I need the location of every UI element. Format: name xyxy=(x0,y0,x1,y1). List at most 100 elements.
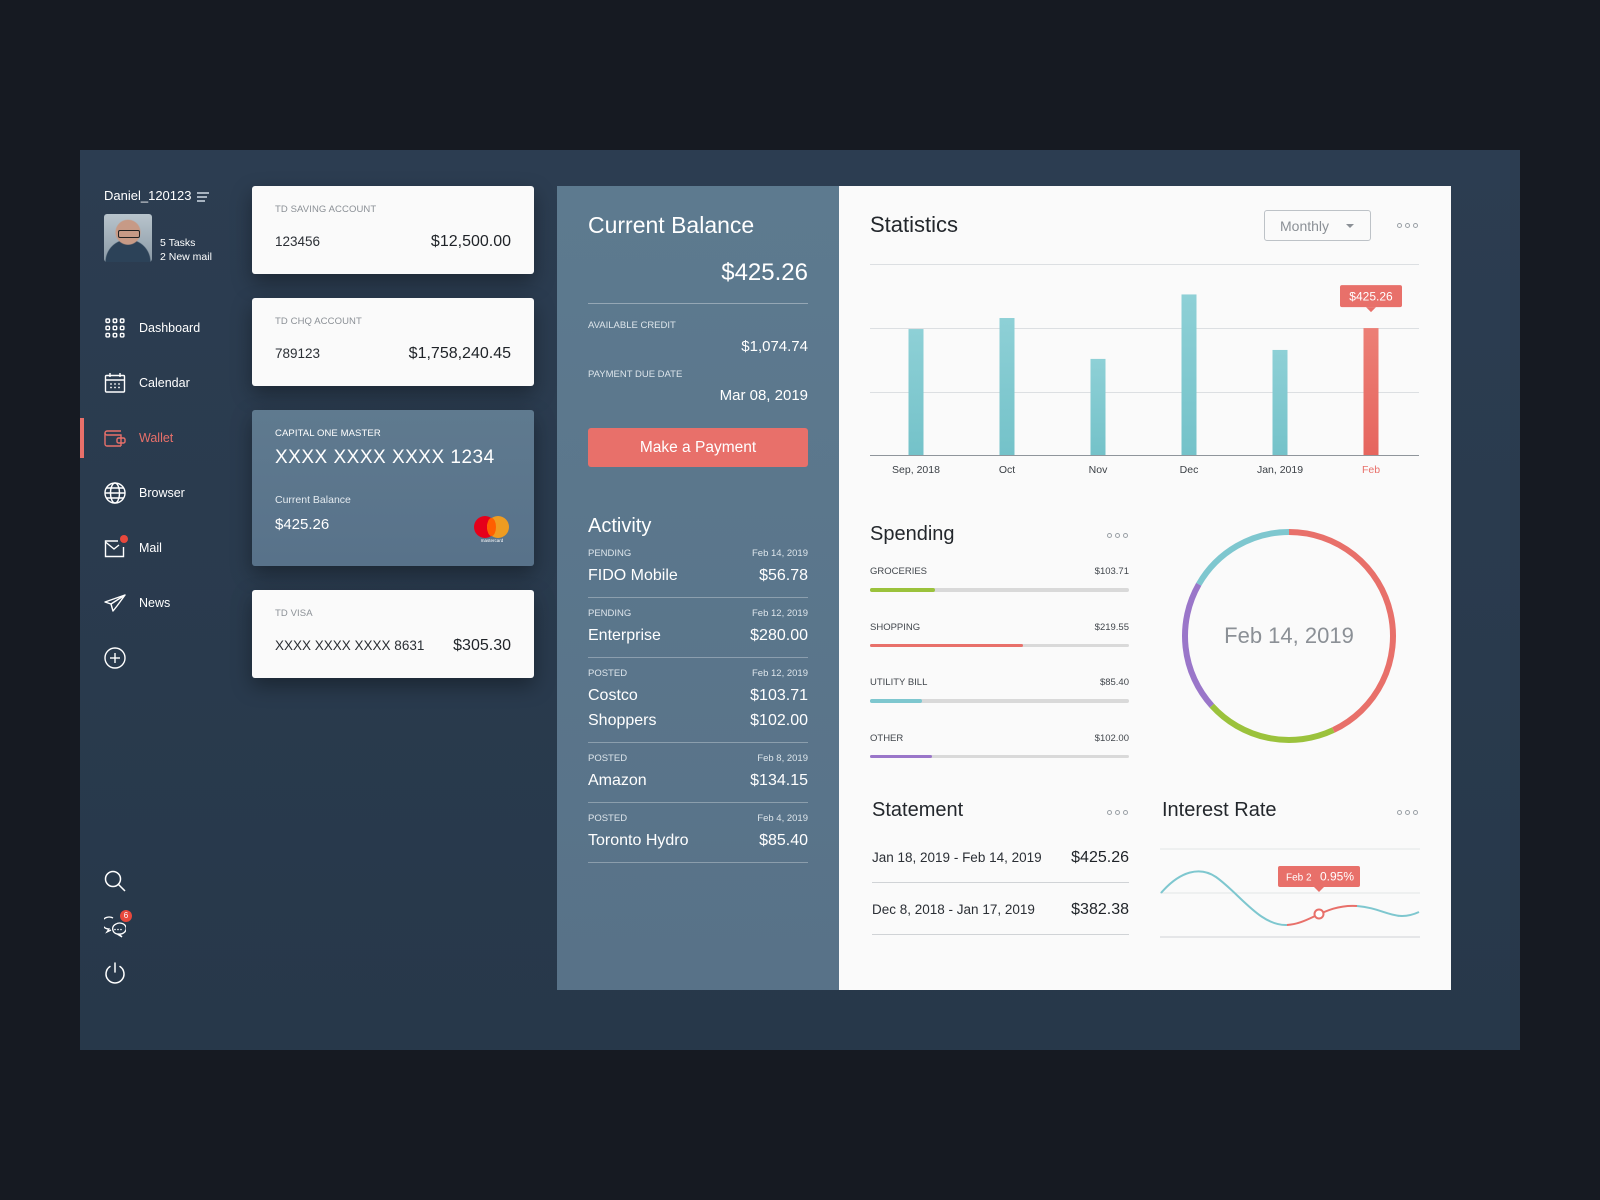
mail-count[interactable]: 2 New mail xyxy=(160,250,212,264)
interest-tooltip-value: 0.95% xyxy=(1320,870,1354,884)
sidebar-item-label: Mail xyxy=(139,540,162,555)
bar-oct[interactable] xyxy=(999,318,1015,455)
account-card-td-visa[interactable]: TD VISA XXXX XXXX XXXX 8631 $305.30 xyxy=(252,590,534,678)
account-title: TD CHQ ACCOUNT xyxy=(275,316,362,327)
sidebar-item-wallet[interactable]: Wallet xyxy=(80,410,250,465)
activity-date: Feb 14, 2019 xyxy=(752,548,808,559)
spending-label: SHOPPING xyxy=(870,621,921,633)
bar-nov[interactable] xyxy=(1090,358,1106,455)
spending-progress-track xyxy=(870,699,1129,703)
sidebar-item-dashboard[interactable]: Dashboard xyxy=(80,300,250,355)
sidebar-item-news[interactable]: News xyxy=(80,575,250,630)
balance-title: Current Balance xyxy=(588,212,755,238)
activity-status: POSTED xyxy=(588,753,628,764)
statement-range: Dec 8, 2018 - Jan 17, 2019 xyxy=(872,902,1035,917)
sidebar-item-label: Browser xyxy=(139,485,185,500)
payment-due-label: PAYMENT DUE DATE xyxy=(588,369,683,380)
statement-more-icon[interactable] xyxy=(1107,810,1128,815)
activity-amount: $103.71 xyxy=(750,687,808,704)
statistics-title: Statistics xyxy=(870,212,959,237)
tasks-count[interactable]: 5 Tasks xyxy=(160,236,212,250)
sidebar-bottom-icons: 6 xyxy=(101,870,132,1008)
sidebar-item-browser[interactable]: Browser xyxy=(80,465,250,520)
spending-row[interactable]: GROCERIES $103.71 xyxy=(870,566,1129,592)
activity-merchant: Shoppers xyxy=(588,712,657,729)
account-balance: $305.30 xyxy=(453,637,511,654)
spending-row[interactable]: OTHER $102.00 xyxy=(870,732,1129,758)
sidebar-item-calendar[interactable]: Calendar xyxy=(80,355,250,410)
divider xyxy=(588,303,808,304)
activity-item[interactable]: POSTED Feb 12, 2019 Costco $103.71 Shoppers $… xyxy=(588,658,808,743)
interest-line-segment xyxy=(1356,905,1420,917)
sidebar-item-mail[interactable]: Mail xyxy=(80,520,250,575)
activity-merchant: Costco xyxy=(588,687,638,704)
spending-amount: $103.71 xyxy=(1094,566,1129,577)
account-card-td-saving[interactable]: TD SAVING ACCOUNT 123456 $12,500.00 xyxy=(252,186,534,274)
spending-amount: $85.40 xyxy=(1099,677,1129,688)
activity-item[interactable]: POSTED Feb 4, 2019 Toronto Hydro $85.40 xyxy=(588,803,808,863)
account-balance: $1,758,240.45 xyxy=(408,345,511,362)
app-window: Daniel_120123 5 Tasks 2 New mail Dashboa… xyxy=(80,150,1520,1050)
avatar[interactable] xyxy=(104,214,152,262)
interest-point-marker[interactable] xyxy=(1313,908,1325,920)
activity-amount: $134.15 xyxy=(750,772,808,789)
spending-row[interactable]: SHOPPING $219.55 xyxy=(870,621,1129,647)
sidebar-item-label: Wallet xyxy=(139,430,174,445)
activity-amount: $85.40 xyxy=(759,832,808,849)
activity-item[interactable]: POSTED Feb 8, 2019 Amazon $134.15 xyxy=(588,743,808,803)
search-icon[interactable] xyxy=(104,870,126,892)
donut-slice-groceries[interactable] xyxy=(1209,703,1335,743)
power-icon[interactable] xyxy=(104,962,126,984)
activity-amount: $280.00 xyxy=(750,627,808,644)
activity-amount: $56.78 xyxy=(759,567,808,584)
notification-dot xyxy=(120,534,128,543)
bar-jan-2019[interactable] xyxy=(1272,349,1288,455)
user-stats: 5 Tasks 2 New mail xyxy=(160,236,212,264)
available-credit-label: AVAILABLE CREDIT xyxy=(588,320,676,331)
add-button[interactable] xyxy=(80,630,250,685)
menu-icon[interactable] xyxy=(197,192,211,202)
donut-center-date: Feb 14, 2019 xyxy=(1224,623,1354,648)
main-panel: Statistics Monthly Sep, 2018 Oct Nov Dec Jan… xyxy=(839,186,1451,990)
activity-item[interactable]: PENDING Feb 12, 2019 Enterprise $280.00 xyxy=(588,598,808,658)
statement-row[interactable]: Dec 8, 2018 - Jan 17, 2019 $382.38 xyxy=(872,883,1129,935)
interest-tooltip-date: Feb 2 xyxy=(1286,873,1312,884)
donut-slice-utility-bill[interactable] xyxy=(1196,529,1290,586)
spending-row[interactable]: UTILITY BILL $85.40 xyxy=(870,677,1129,703)
spending-donut-chart: Feb 14, 2019 xyxy=(1182,529,1396,743)
spending-more-icon[interactable] xyxy=(1107,533,1128,538)
activity-merchant: Amazon xyxy=(588,772,647,789)
activity-status: POSTED xyxy=(588,668,628,679)
bar-sep-2018[interactable] xyxy=(908,329,924,455)
activity-status: POSTED xyxy=(588,813,628,824)
bar-tooltip-label: $425.26 xyxy=(1349,290,1393,304)
spending-amount: $102.00 xyxy=(1094,732,1129,744)
account-card-td-chq[interactable]: TD CHQ ACCOUNT 789123 $1,758,240.45 xyxy=(252,298,534,386)
activity-merchant: FIDO Mobile xyxy=(588,567,678,584)
interest-more-icon[interactable] xyxy=(1397,810,1418,815)
balance-label: Current Balance xyxy=(275,494,351,506)
account-title: CAPITAL ONE MASTER xyxy=(275,428,381,439)
activity-date: Feb 12, 2019 xyxy=(752,608,808,619)
bar-feb[interactable] xyxy=(1363,328,1379,455)
statement-row[interactable]: Jan 18, 2019 - Feb 14, 2019 $425.26 xyxy=(872,831,1129,883)
statement-range: Jan 18, 2019 - Feb 14, 2019 xyxy=(872,850,1042,865)
spending-progress-track xyxy=(870,754,1129,758)
spending-progress-track xyxy=(870,588,1129,592)
mastercard-logo-icon: mastercard xyxy=(474,516,510,544)
chat-icon[interactable]: 6 xyxy=(101,910,132,938)
account-title: TD VISA xyxy=(275,608,313,619)
donut-slice-other[interactable] xyxy=(1182,582,1215,708)
activity-merchant: Enterprise xyxy=(588,627,661,644)
period-dropdown[interactable]: Monthly xyxy=(1264,210,1371,241)
activity-status: PENDING xyxy=(588,608,632,619)
bar-dec[interactable] xyxy=(1181,294,1197,455)
x-tick-label: Nov xyxy=(1089,464,1108,476)
account-card-capital-one[interactable]: CAPITAL ONE MASTER XXXX XXXX XXXX 1234 C… xyxy=(252,410,534,566)
make-payment-button[interactable]: Make a Payment xyxy=(588,428,808,467)
statistics-bar-chart: Sep, 2018 Oct Nov Dec Jan, 2019 Feb $425.26 xyxy=(870,264,1419,476)
statistics-more-icon[interactable] xyxy=(1397,223,1418,228)
activity-item[interactable]: PENDING Feb 14, 2019 FIDO Mobile $56.78 xyxy=(588,538,808,598)
account-number: 123456 xyxy=(275,234,321,249)
spending-label: UTILITY BILL xyxy=(870,677,928,688)
